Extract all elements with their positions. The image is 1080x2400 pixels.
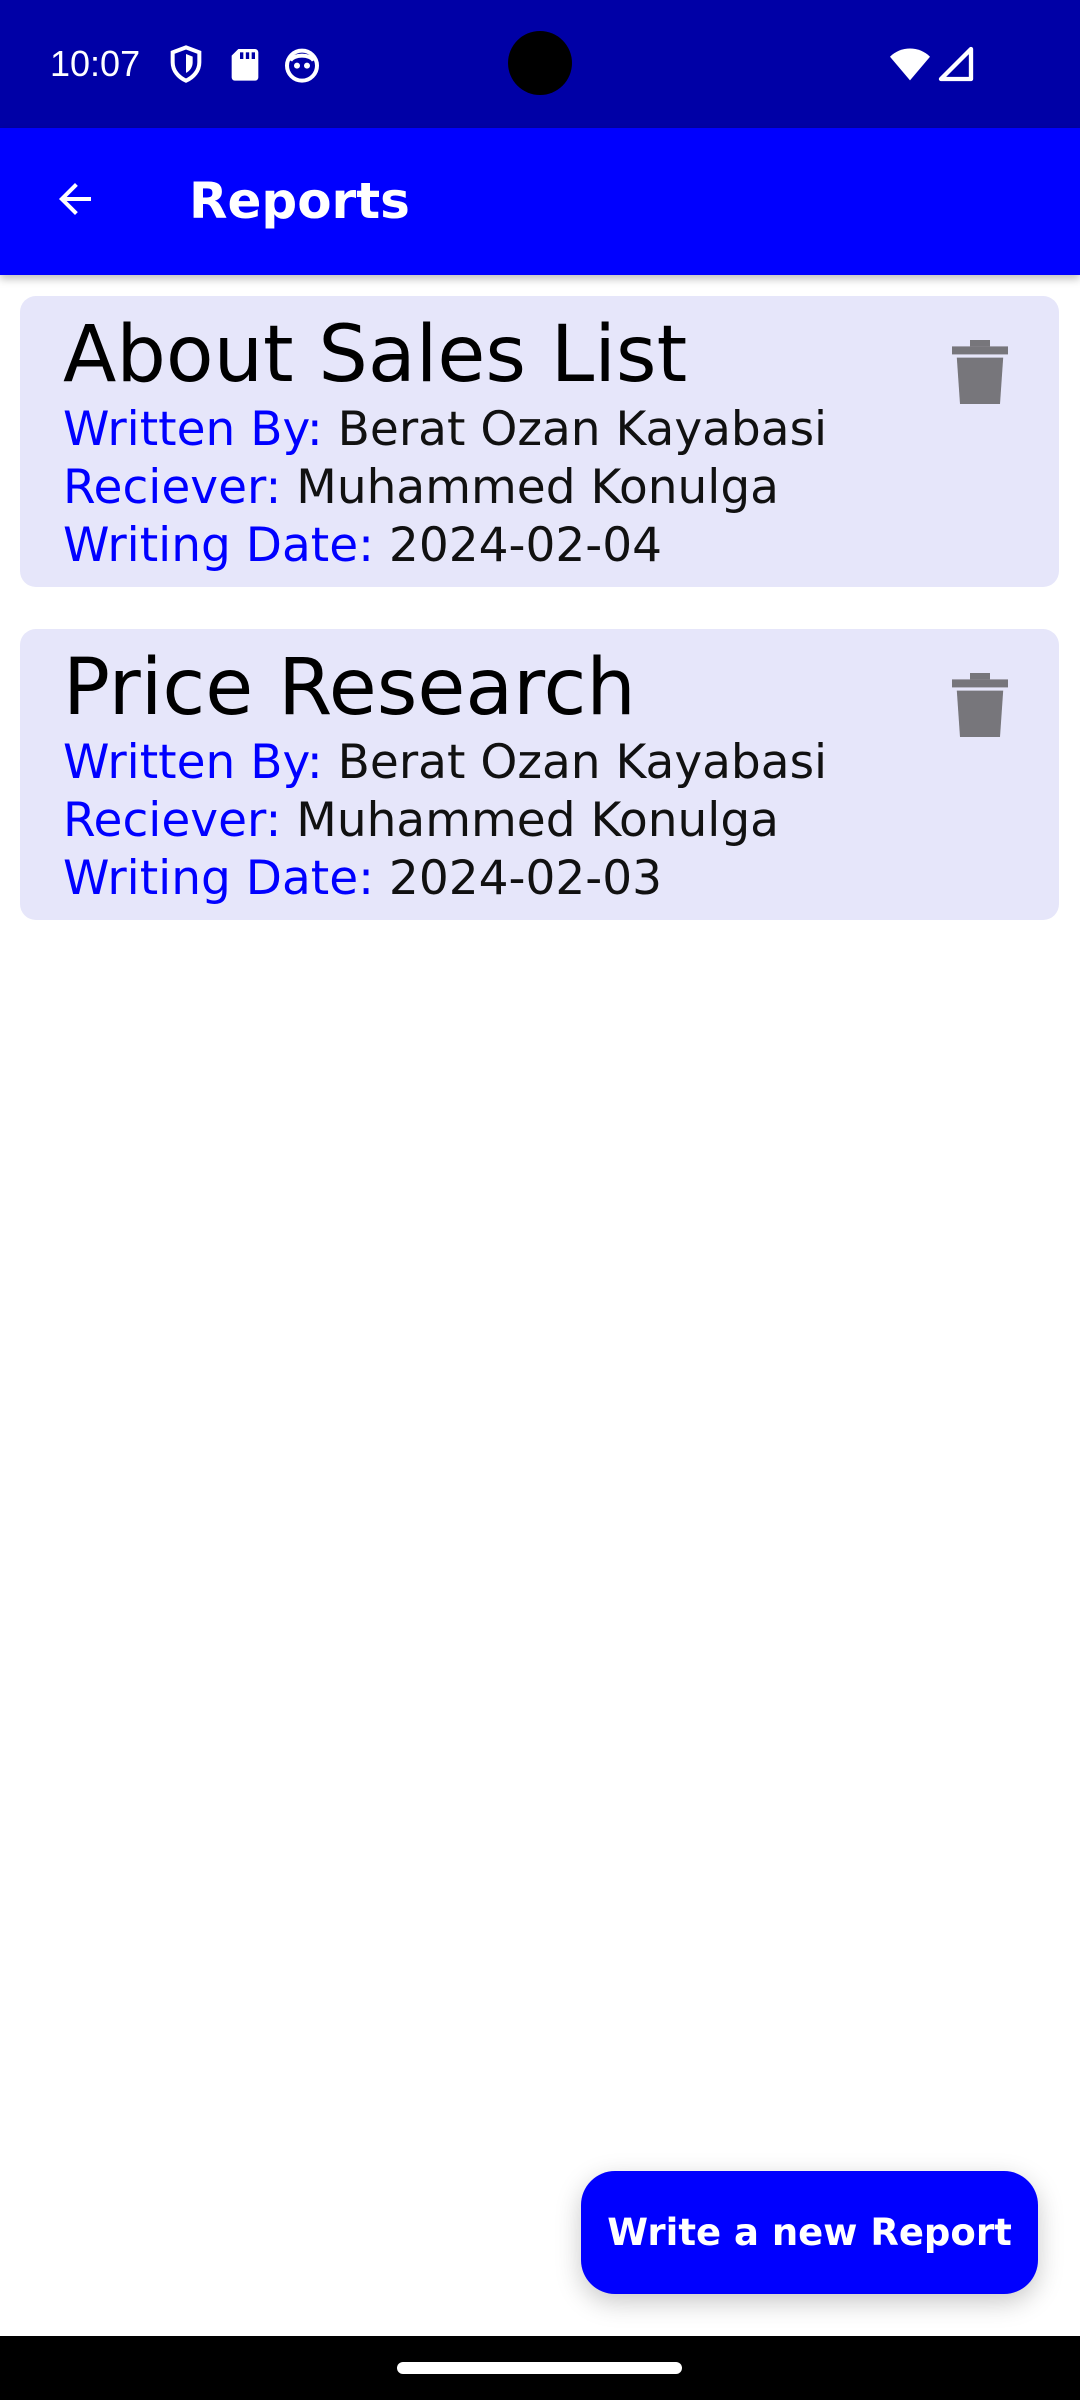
robot-face-icon [282,44,322,84]
status-bar: 10:07 [0,0,1080,128]
write-new-report-button[interactable]: Write a new Report [581,2171,1038,2294]
report-card[interactable]: About Sales List Written By: Berat Ozan … [20,296,1059,587]
shield-icon [166,44,206,84]
cell-signal-icon [936,44,976,84]
receiver-row: Reciever: Muhammed Konulga [63,459,779,517]
screen: 10:07 Reports About Sales List Written B… [0,0,1080,2400]
writing-date-value: 2024-02-04 [388,518,663,573]
back-button[interactable] [38,164,112,238]
home-gesture-handle[interactable] [397,2362,682,2374]
camera-cutout [508,31,572,95]
navigation-bar [0,2336,1080,2400]
app-bar: Reports [0,128,1080,275]
arrow-left-icon [51,175,99,227]
trash-icon [952,340,1008,408]
writing-date-row: Writing Date: 2024-02-03 [63,850,662,908]
wifi-icon [888,44,932,84]
sd-card-icon [225,44,265,84]
receiver-row: Reciever: Muhammed Konulga [63,792,779,850]
page-title: Reports [189,172,410,230]
written-by-row: Written By: Berat Ozan Kayabasi [63,734,827,792]
report-title: Price Research [63,643,636,733]
writing-date-label: Writing Date: [63,851,374,906]
written-by-label: Written By: [63,402,323,457]
status-time: 10:07 [50,43,141,84]
written-by-value: Berat Ozan Kayabasi [337,402,828,457]
writing-date-label: Writing Date: [63,518,374,573]
writing-date-value: 2024-02-03 [388,851,663,906]
receiver-value: Muhammed Konulga [296,793,779,848]
writing-date-row: Writing Date: 2024-02-04 [63,517,662,575]
receiver-label: Reciever: [63,793,282,848]
written-by-value: Berat Ozan Kayabasi [337,735,828,790]
written-by-label: Written By: [63,735,323,790]
written-by-row: Written By: Berat Ozan Kayabasi [63,401,827,459]
receiver-label: Reciever: [63,460,282,515]
delete-report-button[interactable] [948,336,1012,412]
delete-report-button[interactable] [948,669,1012,745]
report-title: About Sales List [63,310,688,400]
report-card[interactable]: Price Research Written By: Berat Ozan Ka… [20,629,1059,920]
receiver-value: Muhammed Konulga [296,460,779,515]
trash-icon [952,673,1008,741]
